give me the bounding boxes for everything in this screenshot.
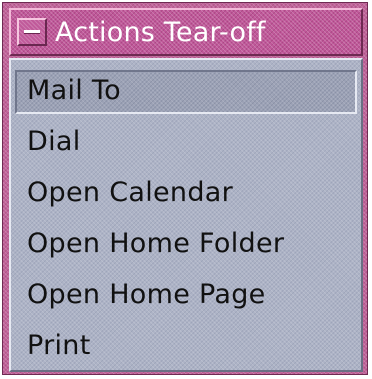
menu-item-open-calendar[interactable]: Open Calendar	[15, 172, 357, 216]
tear-off-window: Actions Tear-off Mail To Dial Open Calen…	[2, 2, 368, 375]
menu-item-open-home-folder[interactable]: Open Home Folder	[15, 223, 357, 267]
menu-item-mail-to[interactable]: Mail To	[15, 70, 357, 114]
menu-item-print[interactable]: Print	[15, 325, 357, 369]
title-bar[interactable]: Actions Tear-off	[9, 8, 363, 56]
menu-list: Mail To Dial Open Calendar Open Home Fol…	[9, 58, 363, 372]
menu-item-dial[interactable]: Dial	[15, 121, 357, 165]
menu-item-open-home-page[interactable]: Open Home Page	[15, 274, 357, 318]
window-menu-icon	[24, 30, 40, 34]
window-title: Actions Tear-off	[55, 17, 266, 48]
window-menu-button[interactable]	[17, 18, 47, 46]
